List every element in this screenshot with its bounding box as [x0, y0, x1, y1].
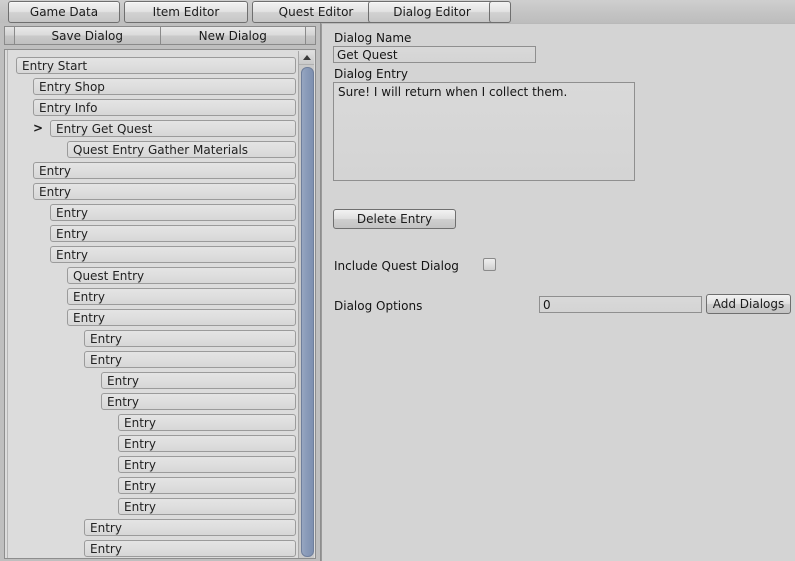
dialog-name-input[interactable]: Get Quest	[333, 46, 536, 63]
dialog-entry-list-rows: Entry Start Entry Shop Entry Info > Entry Ge…	[7, 50, 300, 558]
save-dialog-button[interactable]: Save Dialog	[15, 27, 161, 44]
editor-tab-bar: Game Data Item Editor Quest Editor Dialo…	[0, 0, 795, 24]
dialog-tree-panel: Save Dialog New Dialog Entry Start Entry …	[0, 23, 321, 561]
dialog-entry-row[interactable]: Entry	[118, 477, 296, 494]
scrollbar-thumb[interactable]	[301, 67, 314, 557]
dialog-entry-row[interactable]: Entry	[101, 372, 296, 389]
include-quest-dialog-label: Include Quest Dialog	[334, 259, 459, 273]
scroll-up-button[interactable]	[299, 51, 314, 65]
dialog-entry-list: Entry Start Entry Shop Entry Info > Entry Ge…	[4, 49, 316, 559]
dialog-entry-row[interactable]: Entry	[67, 309, 296, 326]
dialog-entry-row[interactable]: Entry	[67, 288, 296, 305]
tab-item-editor-label: Item Editor	[152, 5, 220, 19]
dialog-entry-row[interactable]: Entry	[50, 204, 296, 221]
tab-dialog-editor-label: Dialog Editor	[393, 5, 471, 19]
dialog-entry-textarea[interactable]: Sure! I will return when I collect them.	[333, 82, 635, 181]
selected-entry-marker: >	[33, 121, 44, 135]
dialog-name-label: Dialog Name	[334, 31, 412, 45]
tab-item-editor[interactable]: Item Editor	[124, 1, 248, 23]
dialog-entry-row[interactable]: Entry Get Quest	[50, 120, 296, 137]
dialog-entry-row[interactable]: Entry	[33, 162, 296, 179]
dialog-entry-row[interactable]: Entry	[118, 498, 296, 515]
dialog-options-input[interactable]: 0	[539, 296, 702, 313]
dialog-options-label: Dialog Options	[334, 299, 423, 313]
tab-quest-editor-label: Quest Editor	[278, 5, 354, 19]
dialog-entry-row[interactable]: Entry Info	[33, 99, 296, 116]
include-quest-dialog-checkbox[interactable]	[483, 258, 496, 271]
dialog-entry-row[interactable]: Entry	[118, 456, 296, 473]
dialog-list-scrollbar[interactable]	[298, 51, 314, 558]
new-dialog-label: New Dialog	[198, 28, 267, 43]
dialog-entry-row[interactable]: Entry	[50, 225, 296, 242]
dialog-entry-row[interactable]: Entry	[84, 519, 296, 536]
tab-quest-editor[interactable]: Quest Editor	[252, 1, 380, 23]
dialog-entry-label: Dialog Entry	[334, 67, 408, 81]
tab-overflow-stub[interactable]	[489, 1, 511, 23]
toolbar-right-spacer	[306, 27, 315, 44]
tab-dialog-editor[interactable]: Dialog Editor	[368, 1, 496, 23]
editor-window: Game Data Item Editor Quest Editor Dialo…	[0, 0, 795, 561]
dialog-entry-row[interactable]: Entry	[50, 246, 296, 263]
save-dialog-label: Save Dialog	[51, 28, 124, 43]
dialog-entry-row[interactable]: Entry	[84, 351, 296, 368]
dialog-entry-row[interactable]: Entry	[118, 414, 296, 431]
dialog-detail-panel: Dialog Name Get Quest Dialog Entry Sure!…	[321, 23, 795, 561]
delete-entry-button[interactable]: Delete Entry	[333, 209, 456, 229]
dialog-entry-row[interactable]: Entry Shop	[33, 78, 296, 95]
triangle-up-icon	[302, 55, 311, 60]
dialog-toolbar: Save Dialog New Dialog	[4, 26, 316, 45]
add-dialogs-button[interactable]: Add Dialogs	[706, 294, 791, 314]
dialog-entry-row[interactable]: Entry	[118, 435, 296, 452]
dialog-entry-row[interactable]: Entry	[101, 393, 296, 410]
dialog-entry-row[interactable]: Quest Entry Gather Materials	[67, 141, 296, 158]
delete-entry-label: Delete Entry	[356, 212, 433, 226]
tab-game-data-label: Game Data	[29, 5, 99, 19]
dialog-entry-row[interactable]: Entry	[33, 183, 296, 200]
new-dialog-button[interactable]: New Dialog	[160, 27, 306, 44]
dialog-entry-row[interactable]: Entry	[84, 330, 296, 347]
tab-game-data[interactable]: Game Data	[8, 1, 120, 23]
dialog-entry-row[interactable]: Quest Entry	[67, 267, 296, 284]
dialog-entry-row[interactable]: Entry Start	[16, 57, 296, 74]
add-dialogs-label: Add Dialogs	[712, 297, 785, 311]
toolbar-left-spacer	[5, 27, 15, 44]
dialog-entry-row[interactable]: Entry	[84, 540, 296, 557]
